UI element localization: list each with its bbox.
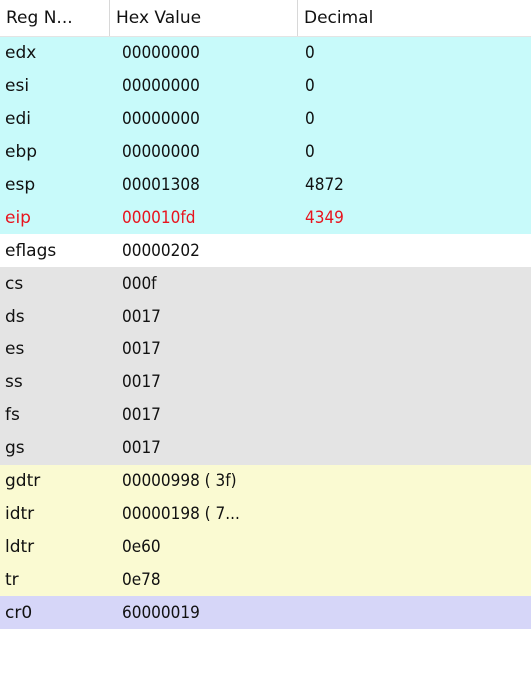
register-hex-cell: 60000019 bbox=[122, 602, 200, 623]
register-decimal-cell bbox=[298, 267, 531, 300]
register-decimal-cell: 4872 bbox=[305, 175, 344, 195]
table-header: Reg N... Hex Value Decimal bbox=[0, 0, 531, 37]
register-decimal-cell: 0 bbox=[305, 142, 315, 163]
register-row-cs[interactable]: cs 000f bbox=[0, 267, 531, 301]
register-name-cell: eip bbox=[5, 207, 31, 228]
register-row-tr[interactable]: tr 0e78 bbox=[0, 563, 531, 597]
register-row-es[interactable]: es 0017 bbox=[0, 333, 531, 366]
register-decimal-cell bbox=[298, 563, 531, 596]
register-name-cell: tr bbox=[5, 569, 19, 590]
register-name-cell: ldtr bbox=[5, 536, 35, 557]
register-table: Reg N... Hex Value Decimal edx 00000000 0 e… bbox=[0, 0, 531, 630]
register-name-cell: gdtr bbox=[5, 471, 41, 492]
register-name-cell: esi bbox=[5, 76, 30, 97]
register-name-cell: gs bbox=[5, 438, 25, 459]
register-row-ldtr[interactable]: ldtr 0e60 bbox=[0, 530, 531, 564]
register-hex-cell: 0e60 bbox=[122, 536, 161, 557]
register-decimal-cell bbox=[298, 432, 531, 465]
column-header-register-name[interactable]: Reg N... bbox=[0, 0, 110, 36]
register-decimal-cell bbox=[298, 497, 531, 530]
register-row-idtr[interactable]: idtr 00000198 ( 7... bbox=[0, 497, 531, 531]
register-row-edx[interactable]: edx 00000000 0 bbox=[0, 37, 531, 70]
register-decimal-cell bbox=[298, 333, 531, 366]
register-decimal-cell: 0 bbox=[305, 76, 315, 97]
register-hex-cell: 0017 bbox=[122, 306, 161, 327]
register-rows: edx 00000000 0 esi 00000000 0 edi 00000000 0 ebp 0… bbox=[0, 37, 531, 630]
register-name-cell: cs bbox=[5, 273, 24, 294]
register-decimal-cell: 0 bbox=[305, 43, 315, 64]
register-decimal-cell bbox=[298, 366, 531, 399]
register-hex-cell: 000010fd bbox=[122, 207, 196, 228]
register-name-cell: ss bbox=[5, 372, 23, 393]
register-hex-cell: 00000000 bbox=[122, 43, 200, 64]
register-hex-cell: 00000998 ( 3f) bbox=[122, 471, 237, 492]
register-decimal-cell: 4349 bbox=[305, 207, 344, 228]
register-hex-cell: 0017 bbox=[122, 438, 161, 459]
register-row-eflags[interactable]: eflags 00000202 bbox=[0, 234, 531, 268]
register-hex-cell: 00000198 ( 7... bbox=[122, 503, 240, 524]
register-row-edi[interactable]: edi 00000000 0 bbox=[0, 102, 531, 136]
register-decimal-cell bbox=[298, 530, 531, 563]
register-row-fs[interactable]: fs 0017 bbox=[0, 398, 531, 432]
register-decimal-cell bbox=[298, 300, 531, 333]
register-hex-cell: 00000000 bbox=[122, 142, 200, 163]
register-name-cell: ds bbox=[5, 306, 25, 327]
register-name-cell: es bbox=[5, 339, 25, 360]
register-row-ss[interactable]: ss 0017 bbox=[0, 365, 531, 399]
register-name-cell: cr0 bbox=[5, 602, 33, 623]
register-decimal-cell: 0 bbox=[305, 109, 315, 130]
register-name-cell: fs bbox=[5, 405, 20, 426]
register-row-esi[interactable]: esi 00000000 0 bbox=[0, 69, 531, 103]
register-name-cell: ebp bbox=[5, 142, 38, 163]
register-decimal-cell bbox=[298, 596, 531, 629]
register-decimal-cell bbox=[298, 234, 531, 267]
register-decimal-cell bbox=[298, 399, 531, 432]
register-name-cell: eflags bbox=[5, 240, 57, 261]
register-hex-cell: 000f bbox=[122, 273, 157, 294]
column-header-hex-value[interactable]: Hex Value bbox=[110, 0, 298, 36]
register-row-gs[interactable]: gs 0017 bbox=[0, 431, 531, 465]
register-hex-cell: 0e78 bbox=[122, 569, 161, 590]
register-name-cell: edx bbox=[5, 43, 37, 64]
register-row-ebp[interactable]: ebp 00000000 0 bbox=[0, 135, 531, 169]
register-row-ds[interactable]: ds 0017 bbox=[0, 300, 531, 334]
register-row-eip[interactable]: eip 000010fd 4349 bbox=[0, 201, 531, 235]
register-name-cell: esp bbox=[5, 175, 36, 195]
register-name-cell: idtr bbox=[5, 503, 35, 524]
register-hex-cell: 00001308 bbox=[122, 175, 200, 195]
column-header-decimal[interactable]: Decimal bbox=[298, 0, 531, 36]
register-hex-cell: 0017 bbox=[122, 339, 161, 360]
register-hex-cell: 00000202 bbox=[122, 240, 200, 261]
register-hex-cell: 00000000 bbox=[122, 109, 200, 130]
register-row-gdtr[interactable]: gdtr 00000998 ( 3f) bbox=[0, 464, 531, 498]
register-hex-cell: 0017 bbox=[122, 405, 161, 426]
register-row-cr0[interactable]: cr0 60000019 bbox=[0, 596, 531, 630]
register-hex-cell: 00000000 bbox=[122, 76, 200, 97]
register-name-cell: edi bbox=[5, 109, 31, 130]
register-row-esp[interactable]: esp 00001308 4872 bbox=[0, 168, 531, 202]
register-hex-cell: 0017 bbox=[122, 372, 161, 393]
register-decimal-cell bbox=[298, 465, 531, 498]
